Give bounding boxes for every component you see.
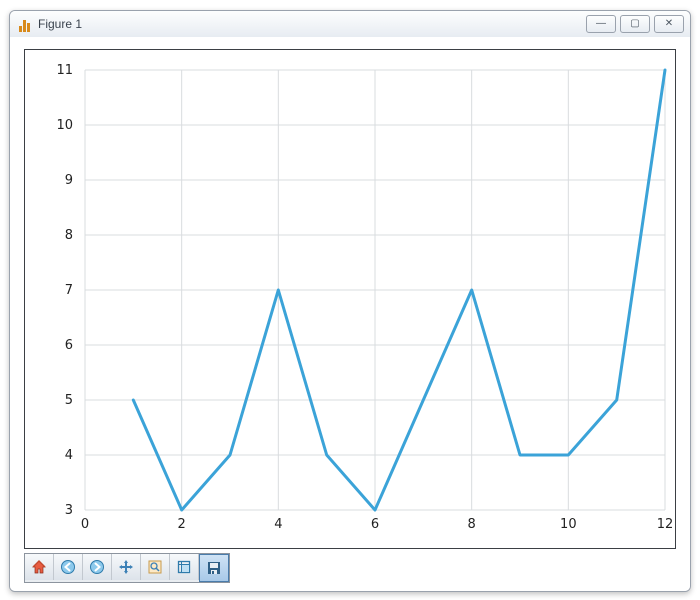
plot-svg: 0 2 4 6 8 10 12 3 4 5 6 7 8 9 10 11	[25, 50, 675, 548]
y-tick-label: 3	[65, 503, 73, 518]
x-tick-label: 12	[657, 517, 674, 532]
figure-window: Figure 1 — ▢ ✕ 0 2 4 6 8 10 12 3 4 5 6 7 8 9 10 11	[9, 10, 691, 592]
window-button-group: — ▢ ✕	[586, 15, 684, 33]
x-tick-label: 6	[371, 517, 379, 532]
configure-icon	[176, 559, 192, 575]
y-tick-label: 4	[65, 448, 73, 463]
pan-button[interactable]	[112, 554, 141, 580]
y-tick-label: 5	[65, 393, 73, 408]
forward-button[interactable]	[83, 554, 112, 580]
window-title: Figure 1	[38, 17, 82, 31]
maximize-button[interactable]: ▢	[620, 15, 650, 33]
app-icon	[16, 16, 32, 32]
y-tick-label: 11	[56, 63, 73, 78]
x-tick-label: 4	[274, 517, 282, 532]
configure-button[interactable]	[170, 554, 199, 580]
y-tick-label: 6	[65, 338, 73, 353]
zoom-button[interactable]	[141, 554, 170, 580]
minimize-button[interactable]: —	[586, 15, 616, 33]
y-tick-label: 10	[56, 118, 73, 133]
home-icon	[31, 559, 47, 575]
x-tick-label: 0	[81, 517, 89, 532]
forward-icon	[89, 559, 105, 575]
save-icon	[206, 560, 222, 576]
x-tick-label: 10	[560, 517, 577, 532]
y-tick-label: 8	[65, 228, 73, 243]
zoom-icon	[147, 559, 163, 575]
back-icon	[60, 559, 76, 575]
pan-icon	[118, 559, 134, 575]
close-button[interactable]: ✕	[654, 15, 684, 33]
x-tick-label: 8	[468, 517, 476, 532]
navigation-toolbar	[24, 553, 230, 583]
back-button[interactable]	[54, 554, 83, 580]
client-area: 0 2 4 6 8 10 12 3 4 5 6 7 8 9 10 11	[10, 37, 690, 591]
x-tick-label: 2	[178, 517, 186, 532]
plot-canvas[interactable]: 0 2 4 6 8 10 12 3 4 5 6 7 8 9 10 11	[24, 49, 676, 549]
y-tick-label: 9	[65, 173, 73, 188]
titlebar[interactable]: Figure 1 — ▢ ✕	[10, 11, 690, 38]
home-button[interactable]	[25, 554, 54, 580]
y-tick-label: 7	[65, 283, 73, 298]
save-button[interactable]	[199, 554, 229, 582]
